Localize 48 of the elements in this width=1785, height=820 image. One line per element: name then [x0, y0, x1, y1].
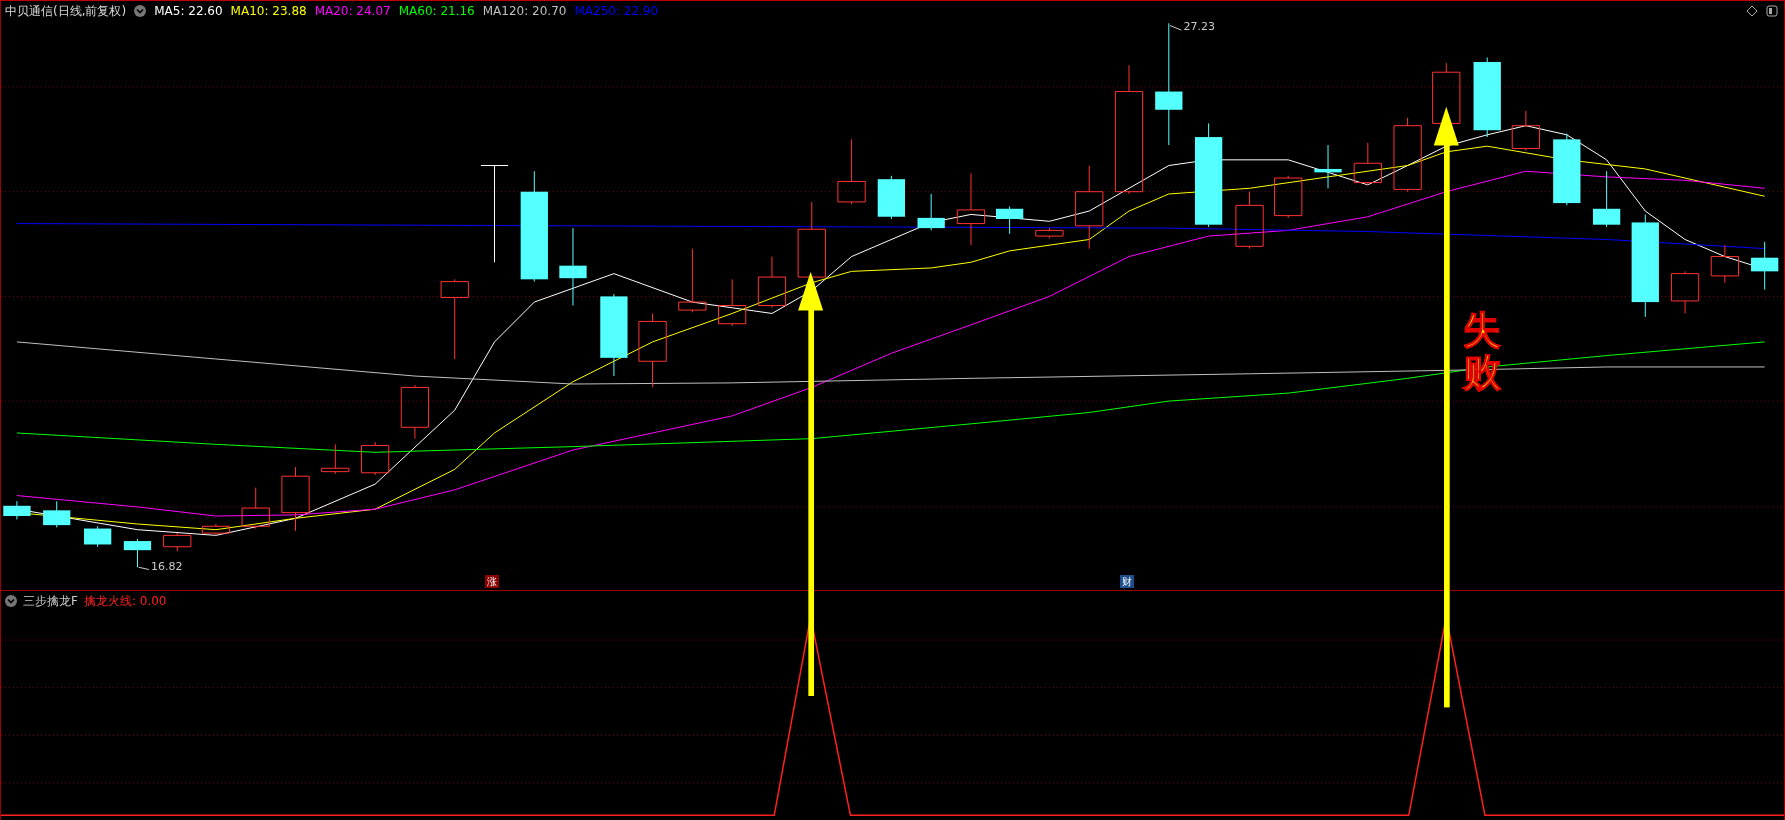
candlestick [1670, 270, 1700, 314]
candlestick [43, 500, 71, 528]
candlestick [400, 384, 430, 440]
candlestick [241, 487, 270, 530]
candlestick [1035, 227, 1064, 239]
candlestick [3, 500, 31, 520]
moving-average-readout: MA20: 24.07 [314, 4, 391, 18]
indicator-name: 三步擒龙F [23, 592, 78, 610]
high-price-label: 27.23 [1183, 19, 1216, 33]
candlestick [84, 525, 112, 548]
event-badge[interactable]: 财 [1119, 575, 1134, 589]
candlestick [201, 523, 231, 536]
candlestick [360, 441, 390, 476]
candlestick [1710, 244, 1739, 284]
candlestick [917, 193, 945, 231]
candlestick [718, 278, 747, 327]
candlestick [757, 256, 787, 309]
low-price-label: 16.82 [151, 560, 183, 574]
candlestick [1592, 170, 1621, 228]
moving-average-readout: MA250: 22.90 [574, 4, 659, 18]
moving-average-readout: MA10: 23.88 [230, 4, 307, 18]
panel-icon[interactable] [1766, 5, 1778, 17]
moving-average-readout: MA60: 21.16 [398, 4, 475, 18]
candlestick [123, 538, 152, 568]
candlestick [281, 466, 310, 532]
candlestick [837, 138, 866, 205]
candlestick [996, 206, 1024, 235]
candlestick [1353, 142, 1382, 186]
candlestick [1751, 241, 1779, 291]
stock-title: 中贝通信(日线,前复权) [5, 2, 127, 20]
leader-line [1169, 25, 1182, 31]
dropdown-icon[interactable] [5, 595, 17, 607]
candlestick [1274, 175, 1303, 219]
candlestick [1432, 62, 1461, 127]
candlestick [678, 248, 707, 313]
diamond-icon[interactable] [1746, 5, 1758, 17]
candlestick [1511, 110, 1540, 152]
indicator-readout: 擒龙火线: 0.00 [83, 592, 167, 610]
candlestick [321, 443, 350, 475]
moving-average-readout: MA5: 22.60 [154, 4, 223, 18]
dropdown-icon[interactable] [134, 5, 147, 17]
candlestick [163, 532, 192, 552]
event-badge[interactable]: 涨 [485, 575, 500, 589]
candlestick [877, 175, 905, 220]
candlestick [1314, 144, 1342, 189]
moving-average-readout: MA120: 20.70 [482, 4, 567, 18]
candlestick [1235, 191, 1264, 250]
leader-line [138, 566, 150, 570]
